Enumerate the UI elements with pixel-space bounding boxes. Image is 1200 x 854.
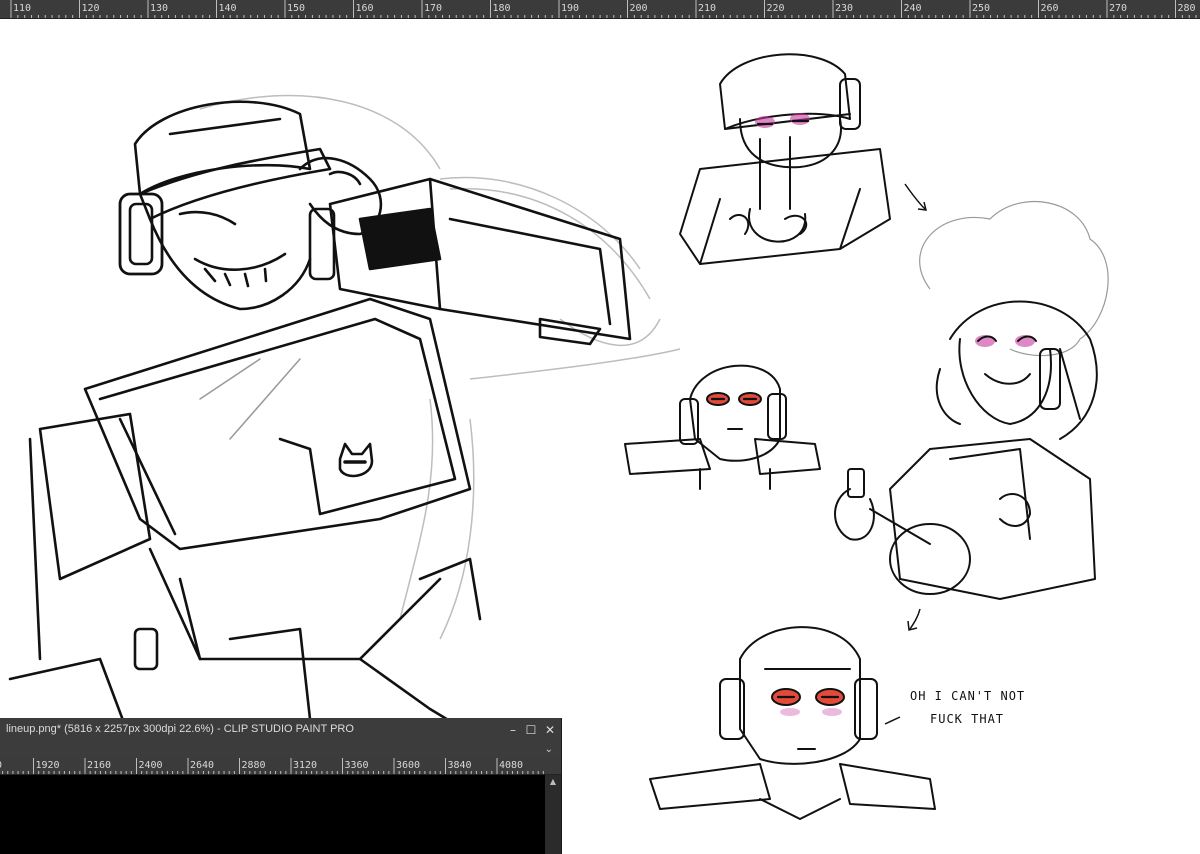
ruler-label: 150: [287, 3, 306, 14]
window-title: lineup.png* (5816 x 2257px 300dpi 22.6%)…: [6, 723, 354, 735]
secondary-horizontal-ruler: 480 1920 2160 2400 2640 2880 3120 3360 3600 3840 4…: [0, 758, 561, 775]
ruler-label: 3600: [396, 760, 421, 771]
horizontal-ruler: 110 120 130 140 150 160 170 180 190 200 210 220 230 2…: [0, 0, 1200, 19]
ruler-label: 3840: [447, 760, 472, 771]
vertical-scrollbar[interactable]: ▲: [545, 775, 561, 854]
minimize-button[interactable]: –: [504, 721, 522, 739]
caption-pointer: [884, 716, 901, 725]
secondary-document-window[interactable]: lineup.png* (5816 x 2257px 300dpi 22.6%)…: [0, 718, 562, 854]
ruler-label: 280: [1177, 3, 1196, 14]
ruler-label: 270: [1109, 3, 1128, 14]
ruler-label: 200: [629, 3, 648, 14]
ruler-label: 220: [766, 3, 785, 14]
ruler-label: 110: [13, 3, 32, 14]
window-title-bar[interactable]: lineup.png* (5816 x 2257px 300dpi 22.6%)…: [0, 718, 561, 742]
ruler-label: 230: [835, 3, 854, 14]
arrow-1: [904, 183, 927, 211]
smoke-cloud: [919, 200, 1109, 357]
ruler-label: 2640: [190, 760, 215, 771]
scroll-up-icon[interactable]: ▲: [545, 775, 561, 789]
robot-sketch-happy: [834, 300, 1098, 600]
large-robot-figure: [8, 100, 632, 741]
secondary-canvas[interactable]: [0, 775, 545, 854]
ruler-label: 180: [492, 3, 511, 14]
robot-sketch-bottom: [649, 626, 936, 820]
ruler-label: 130: [150, 3, 169, 14]
chevron-down-icon[interactable]: ⌄: [545, 742, 553, 758]
close-button[interactable]: ✕: [541, 721, 559, 739]
ruler-label: 480: [0, 760, 2, 772]
ruler-label: 2400: [138, 760, 163, 771]
ruler-label: 120: [81, 3, 100, 14]
maximize-button[interactable]: ☐: [522, 721, 540, 739]
rough-sketch-lines: [199, 94, 681, 640]
ruler-ticks: [10, 0, 1197, 18]
ruler-label: 4080: [499, 760, 524, 771]
ruler-label: 2880: [241, 760, 266, 771]
arrow-2: [907, 608, 921, 631]
secondary-ruler-ticks: [2, 758, 544, 774]
ruler-label: 1920: [35, 760, 60, 771]
ruler-label: 2160: [87, 760, 112, 771]
ruler-label: 190: [561, 3, 580, 14]
window-toolbar: ⌄: [0, 742, 561, 758]
ruler-label: 3120: [293, 760, 318, 771]
ruler-label: 240: [903, 3, 922, 14]
ruler-label: 260: [1040, 3, 1059, 14]
ruler-label: 3360: [344, 760, 369, 771]
ruler-label: 160: [355, 3, 374, 14]
ruler-label: 170: [424, 3, 443, 14]
caption-line-2: FUCK THAT: [930, 712, 1005, 726]
ruler-label: 140: [218, 3, 237, 14]
caption-line-1: OH I CAN'T NOT: [910, 689, 1026, 703]
ruler-label: 250: [972, 3, 991, 14]
robot-sketch-bong: [679, 53, 891, 265]
ruler-label: 210: [698, 3, 717, 14]
robot-sketch-redeyes: [624, 364, 821, 490]
